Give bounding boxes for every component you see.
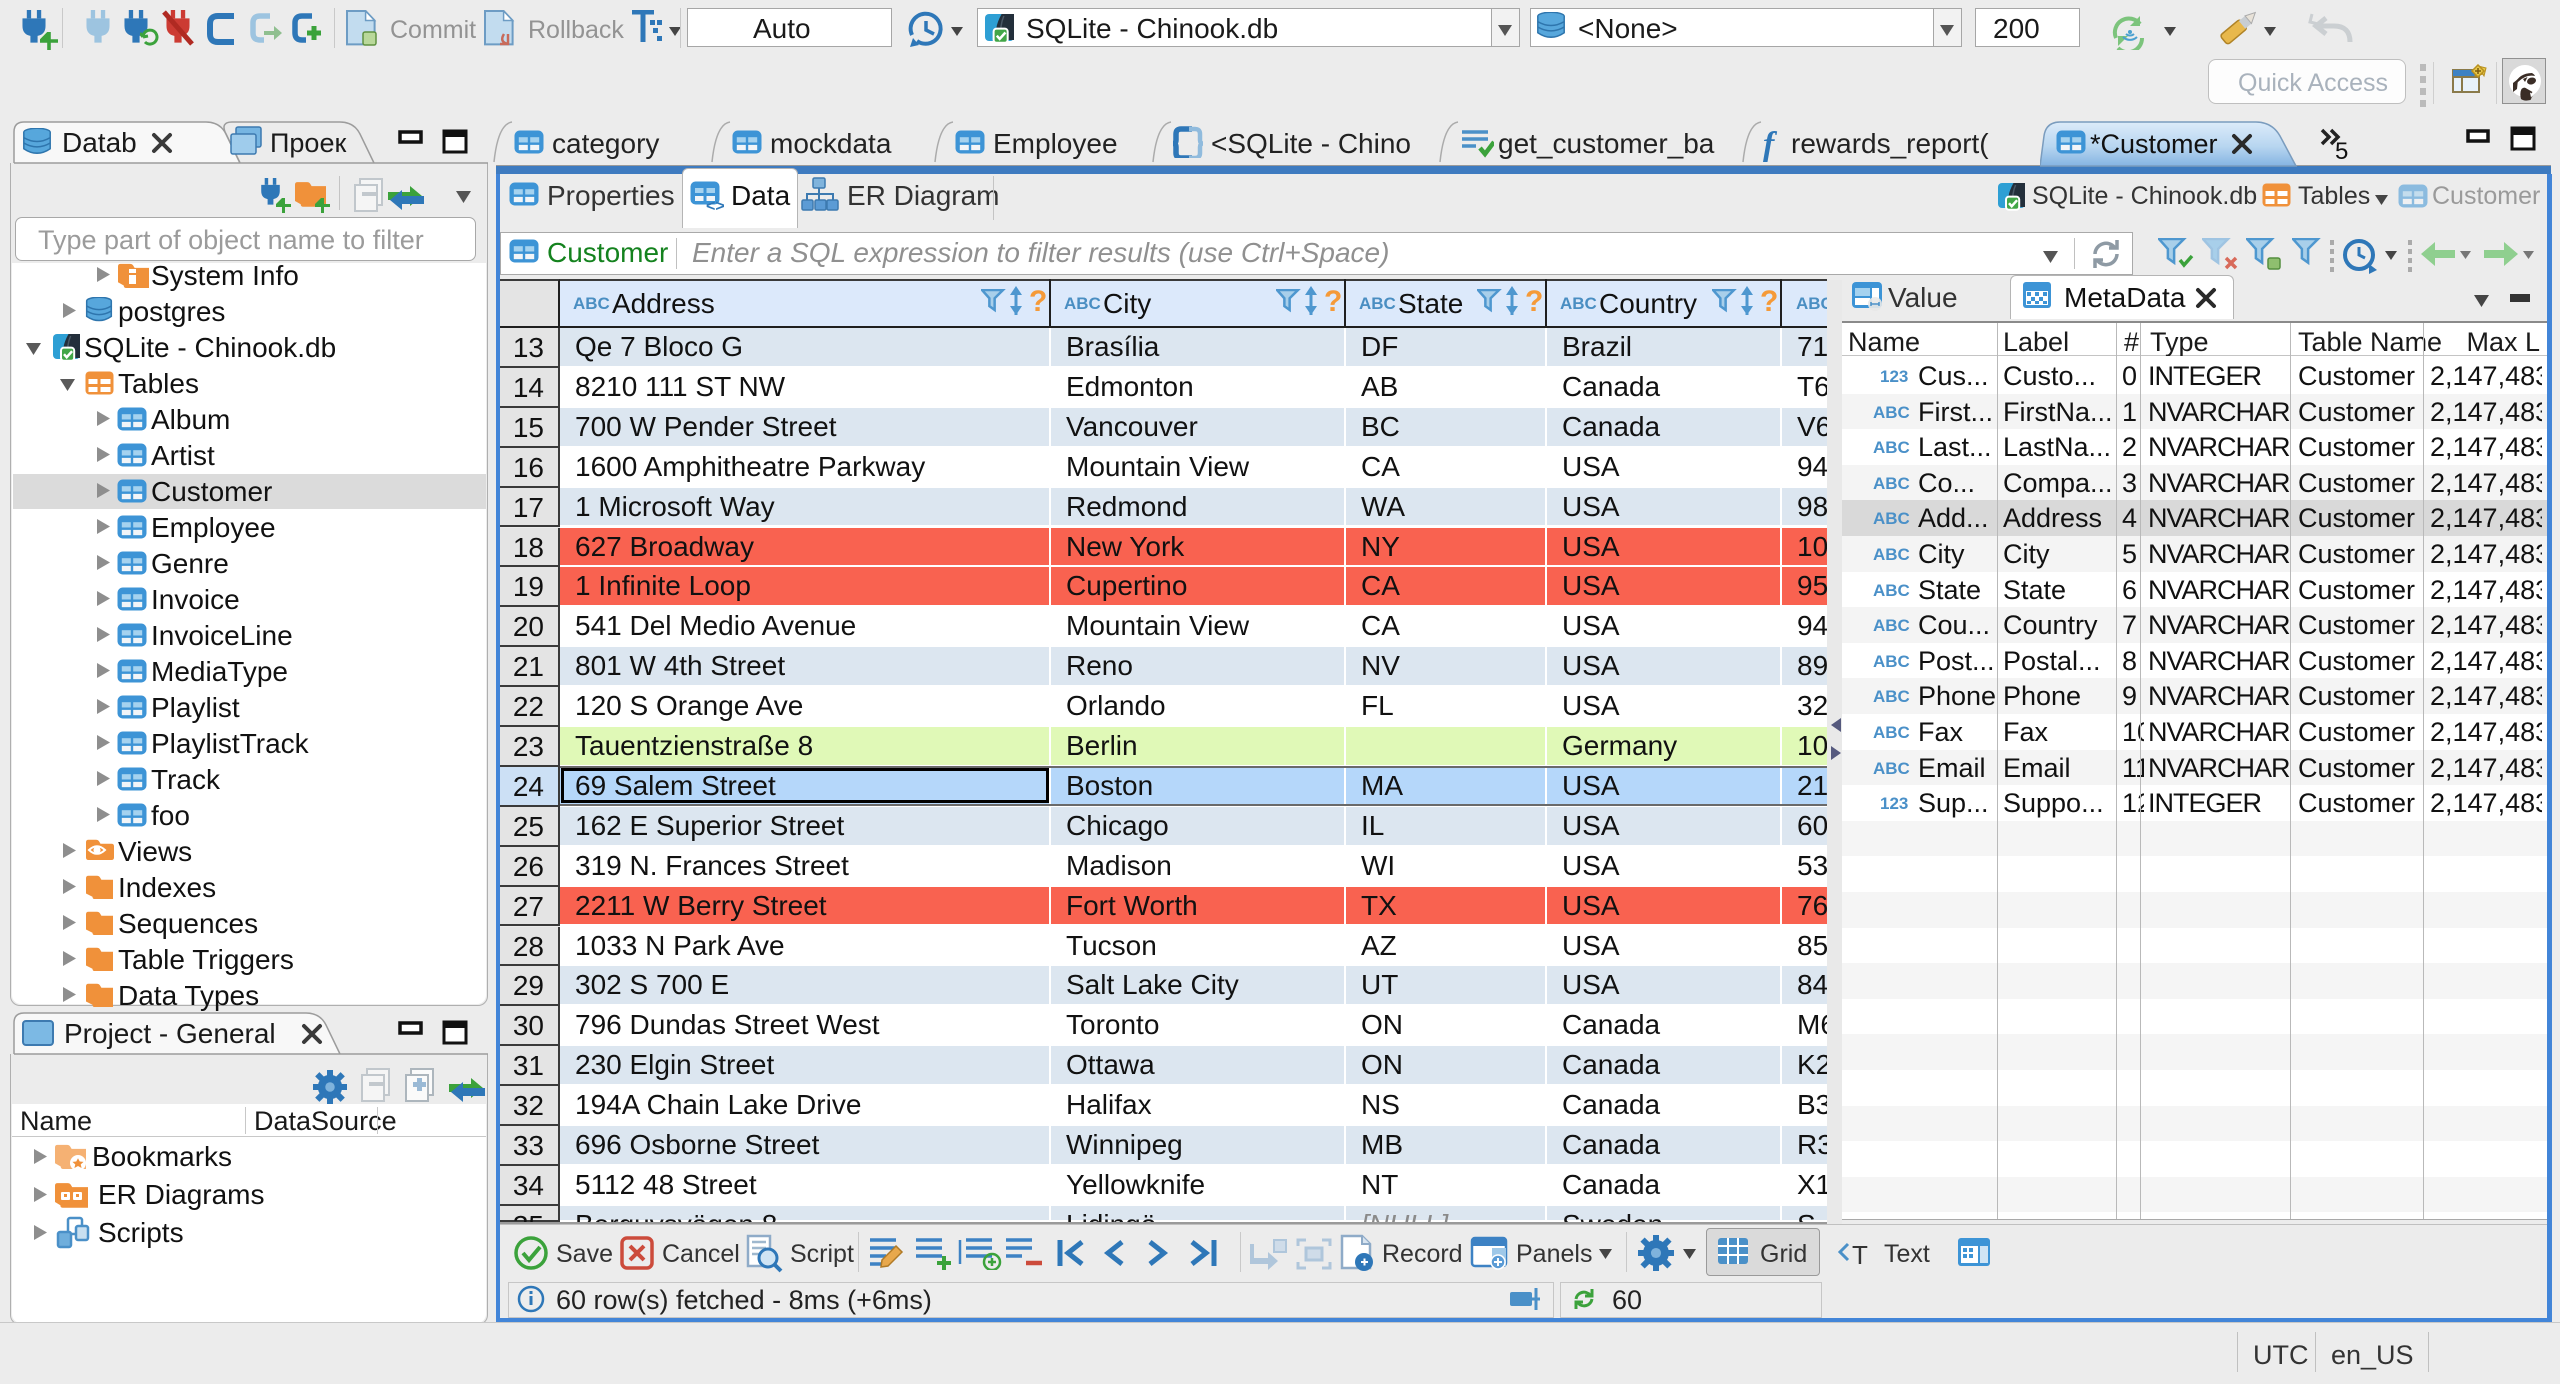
svg-text:<>: <> [706, 198, 724, 211]
svg-text:T: T [1852, 1240, 1868, 1268]
svg-text:5: 5 [2335, 138, 2348, 162]
